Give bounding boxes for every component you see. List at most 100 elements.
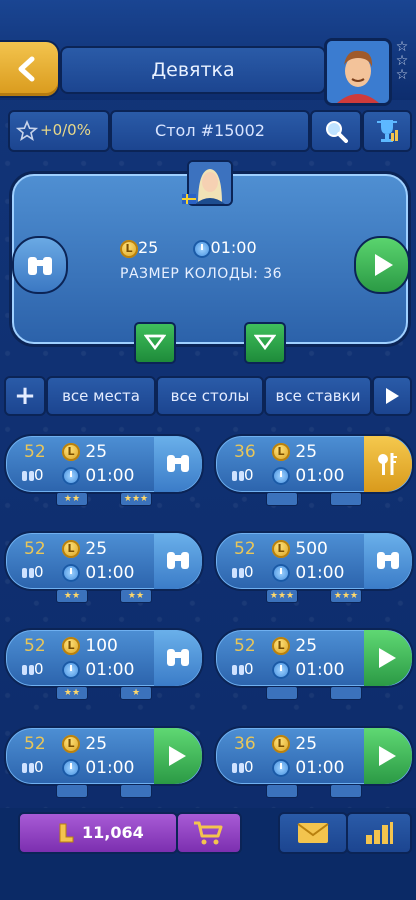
seat-rank-tag [330,686,362,700]
back-button[interactable] [0,42,58,96]
table-action-button[interactable] [154,533,202,589]
filter-next-button[interactable] [372,376,412,416]
seat-rank-tag [266,784,298,798]
table-card[interactable]: 36 0 L 25 01:00 [214,726,414,786]
binoculars-small-icon [232,665,244,675]
turn-time-value: 01:00 [295,660,345,680]
deck-size: 52 [24,734,46,754]
binoculars-small-icon [22,471,34,481]
table-action-button[interactable] [154,728,202,784]
turn-time: 01:00 [272,466,344,486]
spectator-count: 0 [22,466,44,484]
table-card[interactable]: 52 0 L 25 01:00 [4,531,204,591]
binoculars-small-icon [22,763,34,773]
table-card[interactable]: 52 0 L 25 01:00 [4,434,204,494]
clock-icon [62,564,80,582]
binoculars-icon [165,548,191,576]
deck-size: 52 [24,442,46,462]
coin-icon: L [272,637,290,655]
expand-down-button[interactable] [134,322,176,364]
table-action-button[interactable] [154,436,202,492]
star-outline-icon [16,120,38,141]
rating-box[interactable]: +0/0% [8,110,110,152]
coin-icon: L [120,239,138,258]
spectator-count-value: 0 [34,660,44,678]
spectator-count-value: 0 [244,758,254,776]
cart-icon [194,821,223,845]
seat-rank-tag: ★★ [56,492,88,506]
turn-time: 01:00 [272,660,344,680]
binoculars-small-icon [232,568,244,578]
seat-rank-tag [330,492,362,506]
table-action-button[interactable] [364,436,412,492]
table-action-button[interactable] [364,533,412,589]
spectate-button[interactable] [12,236,68,294]
page-title: Девятка [60,46,326,94]
filter-stakes[interactable]: все ставки [264,376,372,416]
clock-icon [62,467,80,485]
table-action-button[interactable] [364,728,412,784]
spectator-count-value: 0 [244,466,254,484]
seat-rank-tag: ★★ [120,589,152,603]
search-button[interactable] [310,110,362,152]
currency-l-icon [59,823,74,843]
turn-time-value: 01:00 [85,660,135,680]
binoculars-icon [28,257,52,275]
messages-button[interactable] [278,812,348,854]
turn-time-value: 01:00 [295,563,345,583]
stake-value: 25 [295,636,318,656]
turn-time-value: 01:00 [295,758,345,778]
coin-icon: L [272,443,290,461]
triangle-down-icon [254,334,276,351]
leaderboard-button[interactable] [362,110,412,152]
clock-icon [192,239,211,258]
coin-icon: L [272,735,290,753]
stake-value: 25 [85,734,108,754]
binoculars-small-icon [22,568,34,578]
balance-button[interactable]: 11,064 [18,812,178,854]
table-action-button[interactable] [364,630,412,686]
table-card[interactable]: 52 0 L 100 01:00 [4,628,204,688]
add-table-button[interactable]: + [4,376,46,416]
featured-time: 01:00 [210,238,257,257]
profile-avatar[interactable] [324,38,392,106]
filter-places[interactable]: все места [46,376,156,416]
stake-value: 25 [295,442,318,462]
stake-value: 500 [295,539,328,559]
expand-down-button[interactable] [244,322,286,364]
deck-size: 52 [234,539,256,559]
table-card[interactable]: 52 0 L 25 01:00 [4,726,204,786]
envelope-icon [297,823,329,843]
shop-button[interactable] [176,812,242,854]
turn-time-value: 01:00 [295,466,345,486]
turn-time: 01:00 [62,563,134,583]
star-icon: ☆ [395,67,409,83]
key-icon [375,451,401,481]
clock-icon [272,467,290,485]
table-card[interactable]: 36 0 L 25 01:00 [214,434,414,494]
table-card[interactable]: 52 0 L 500 01:00 [214,531,414,591]
star-icon: ☆ [395,53,409,69]
play-icon [386,388,399,404]
table-number: Стол #15002 [110,110,310,152]
stake: L 25 [62,442,107,462]
seat-rank-tag [330,784,362,798]
spectator-count-value: 0 [34,563,44,581]
play-button[interactable] [354,236,410,294]
coin-icon: L [62,443,80,461]
stake-value: 25 [85,442,108,462]
coin-icon: L [62,540,80,558]
stake: L 25 [272,636,317,656]
seat-rank-tag: ★ [120,686,152,700]
filter-tables[interactable]: все столы [156,376,264,416]
coin-icon: L [62,637,80,655]
stats-button[interactable] [346,812,412,854]
deck-size: 52 [24,636,46,656]
table-action-button[interactable] [154,630,202,686]
featured-stake-time: L 25 01:00 [120,238,320,258]
spectator-count-value: 0 [244,563,254,581]
table-card[interactable]: 52 0 L 25 01:00 [214,628,414,688]
profile-stars: ☆ ☆ ☆ [392,40,412,82]
play-icon [375,645,399,675]
turn-time: 01:00 [272,758,344,778]
